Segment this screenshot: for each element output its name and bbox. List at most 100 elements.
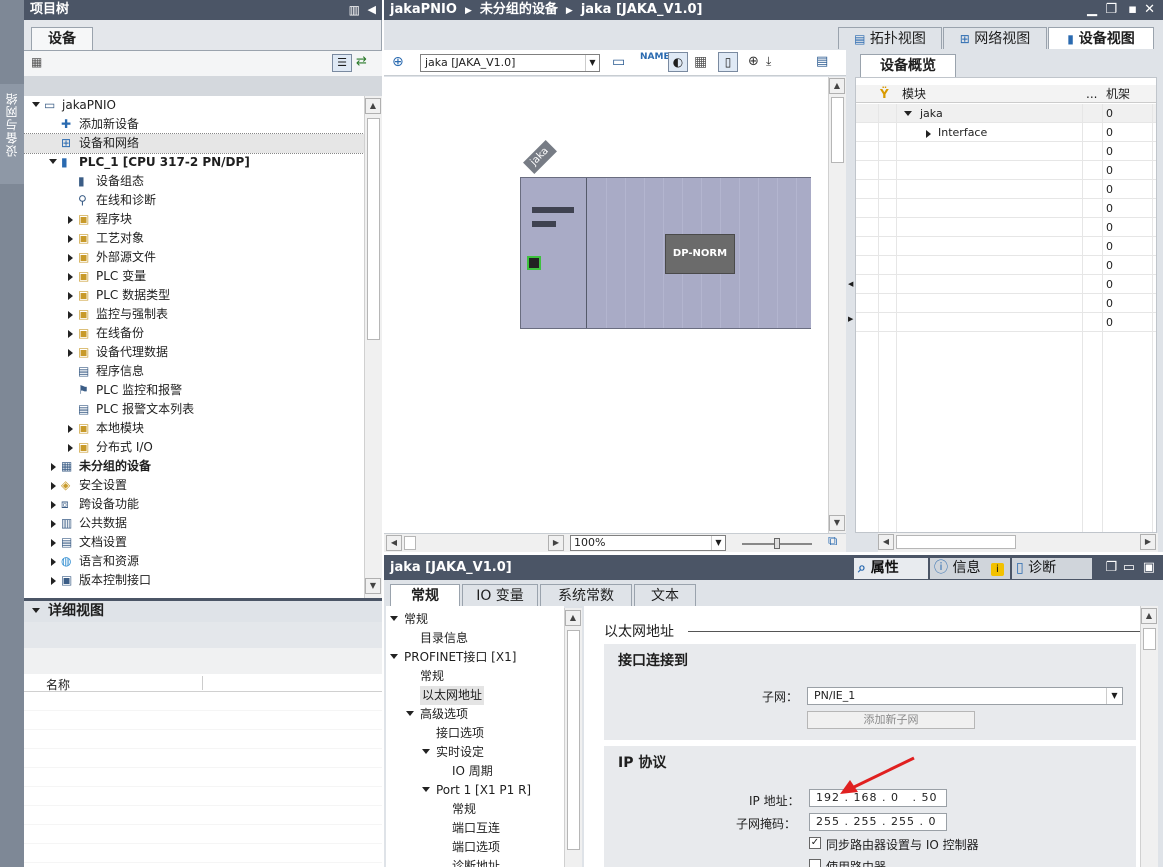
scroll-right-button[interactable]: ▶ (548, 535, 564, 551)
tree-item[interactable]: ▣ 版本控制接口 (24, 571, 364, 590)
expand-arrow-icon[interactable] (68, 235, 73, 243)
collapse-arrow-icon[interactable] (422, 787, 430, 792)
tab-properties[interactable]: ⌕ 属性 (854, 558, 928, 579)
expand-arrow-icon[interactable] (926, 130, 931, 138)
overview-toggle-icon[interactable]: ▤ (816, 54, 828, 69)
scroll-up-button[interactable]: ▲ (365, 98, 381, 114)
property-nav-item[interactable]: IO 周期 (386, 762, 564, 781)
overview-row[interactable]: 0 (856, 237, 1156, 256)
zoom-select[interactable]: 100% ▼ (570, 535, 726, 551)
property-tab[interactable]: 常规 (390, 584, 460, 607)
name-icon[interactable]: NAME (640, 52, 670, 62)
column-rack[interactable]: 机架 (1106, 85, 1130, 103)
tab-devices[interactable]: 设备 (31, 27, 93, 51)
detail-column-header[interactable]: 名称 (24, 674, 382, 692)
expand-right-icon[interactable]: ▶ (848, 315, 853, 323)
property-nav-item[interactable]: 以太网地址 (386, 686, 564, 705)
port-icon[interactable] (527, 256, 541, 270)
tree-item[interactable]: ▣ 监控与强制表 (24, 305, 364, 324)
expand-arrow-icon[interactable] (68, 330, 73, 338)
tab-info[interactable]: ⓘ 信息 i (930, 558, 1010, 579)
breadcrumb-item[interactable]: jaka [JAKA_V1.0] (581, 2, 703, 17)
tree-item[interactable]: ▦ 未分组的设备 (24, 457, 364, 476)
collapse-left-icon[interactable]: ◀ (368, 0, 376, 20)
device-tool-icon[interactable]: ⊕ (392, 54, 404, 70)
expand-arrow-icon[interactable] (68, 254, 73, 262)
tree-item[interactable]: ⧈ 跨设备功能 (24, 495, 364, 514)
property-tab[interactable]: 系统常数 (540, 584, 632, 606)
overview-row[interactable]: 0 (856, 275, 1156, 294)
maximize-icon[interactable]: ▣ (1143, 555, 1155, 580)
collapse-arrow-icon[interactable] (390, 616, 398, 621)
tree-item[interactable]: ▥ 公共数据 (24, 514, 364, 533)
scroll-thumb[interactable] (831, 97, 844, 163)
overview-row[interactable]: 0 (856, 256, 1156, 275)
module-dp-norm[interactable]: DP-NORM (665, 234, 735, 274)
breadcrumb-item[interactable]: 未分组的设备 (480, 2, 558, 17)
tree-item[interactable]: ⚲ 在线和诊断 (24, 191, 364, 210)
tree-item[interactable]: ⚑ PLC 监控和报警 (24, 381, 364, 400)
property-nav-item[interactable]: 诊断地址 (386, 857, 564, 867)
device-head-module[interactable] (521, 178, 587, 328)
minimize-icon[interactable]: ▭ (1123, 555, 1135, 580)
expand-left-icon[interactable]: ◀ (848, 280, 853, 288)
tree-item[interactable]: ▣ 在线备份 (24, 324, 364, 343)
pin-icon[interactable]: ▥ (349, 0, 360, 20)
subnet-select[interactable]: PN/IE_1 ▼ (807, 687, 1123, 705)
overview-row[interactable]: 0 (856, 180, 1156, 199)
expand-arrow-icon[interactable] (68, 216, 73, 224)
refresh-icon[interactable]: ⇄ (356, 54, 367, 69)
show-module-icon[interactable]: ▭ (612, 54, 625, 70)
scroll-down-button[interactable]: ▼ (365, 578, 381, 594)
tree-item[interactable]: ⊞ 设备和网络 (24, 133, 364, 154)
scroll-thumb[interactable] (1143, 628, 1156, 650)
scroll-thumb[interactable] (567, 630, 580, 850)
overview-row[interactable]: 0 (856, 313, 1156, 332)
collapse-arrow-icon[interactable] (406, 711, 414, 716)
chevron-down-icon[interactable] (32, 608, 40, 613)
grid-icon[interactable]: ▦ (694, 54, 707, 70)
mask-octet-1[interactable]: 255 (816, 815, 840, 828)
detail-view-titlebar[interactable]: 详细视图 (24, 601, 382, 622)
property-tab[interactable]: 文本 (634, 584, 696, 606)
collapse-arrow-icon[interactable] (904, 111, 912, 116)
device-select[interactable]: jaka [JAKA_V1.0] ▼ (420, 54, 600, 72)
overview-row[interactable]: jaka 0 (856, 104, 1156, 123)
content-scrollbar[interactable]: ▲ (1140, 606, 1158, 867)
expand-arrow-icon[interactable] (51, 539, 56, 547)
sync-router-checkbox[interactable]: ✓ (809, 837, 821, 849)
tab-network-view[interactable]: ⊞ 网络视图 (943, 27, 1047, 49)
restore-icon[interactable]: ❐ (1105, 0, 1117, 20)
canvas-v-scrollbar[interactable]: ▲ ▼ (828, 77, 846, 533)
h-scroll-thumb[interactable] (896, 535, 1016, 549)
property-nav-item[interactable]: 常规 (386, 667, 564, 686)
filter-icon[interactable]: Ÿ (880, 85, 889, 103)
overview-row[interactable]: 0 (856, 294, 1156, 313)
overview-row[interactable]: 0 (856, 161, 1156, 180)
breadcrumb-item[interactable]: jakaPNIO (390, 2, 457, 17)
tree-item[interactable]: ▤ 文档设置 (24, 533, 364, 552)
column-more[interactable]: ... (1086, 85, 1097, 103)
scroll-left-button[interactable]: ◀ (386, 535, 402, 551)
expand-arrow-icon[interactable] (68, 349, 73, 357)
tab-device-overview[interactable]: 设备概览 (860, 54, 956, 78)
use-router-checkbox[interactable] (809, 859, 821, 867)
expand-arrow-icon[interactable] (68, 425, 73, 433)
property-tab[interactable]: IO 变量 (462, 584, 538, 606)
highlight-icon[interactable]: ◐ (668, 52, 688, 72)
overview-row[interactable]: 0 (856, 218, 1156, 237)
zoom-slider[interactable] (742, 538, 812, 549)
scroll-thumb[interactable] (367, 118, 380, 340)
expand-arrow-icon[interactable] (51, 558, 56, 566)
property-nav-item[interactable]: 端口互连 (386, 819, 564, 838)
zoom-icon[interactable]: ⊕ (748, 54, 759, 69)
mask-octet-4[interactable]: 0 (929, 815, 937, 828)
collapse-arrow-icon[interactable] (390, 654, 398, 659)
tab-diagnostics[interactable]: ▯ 诊断 (1012, 558, 1092, 579)
side-tab-devices-networks[interactable]: 设备与网络 (0, 84, 24, 184)
tree-item[interactable]: ◈ 安全设置 (24, 476, 364, 495)
tree-item[interactable]: ▤ 程序信息 (24, 362, 364, 381)
tree-item[interactable]: ▣ 设备代理数据 (24, 343, 364, 362)
tab-topology-view[interactable]: ▤ 拓扑视图 (838, 27, 942, 49)
float-icon[interactable]: ▪ (1128, 0, 1137, 20)
